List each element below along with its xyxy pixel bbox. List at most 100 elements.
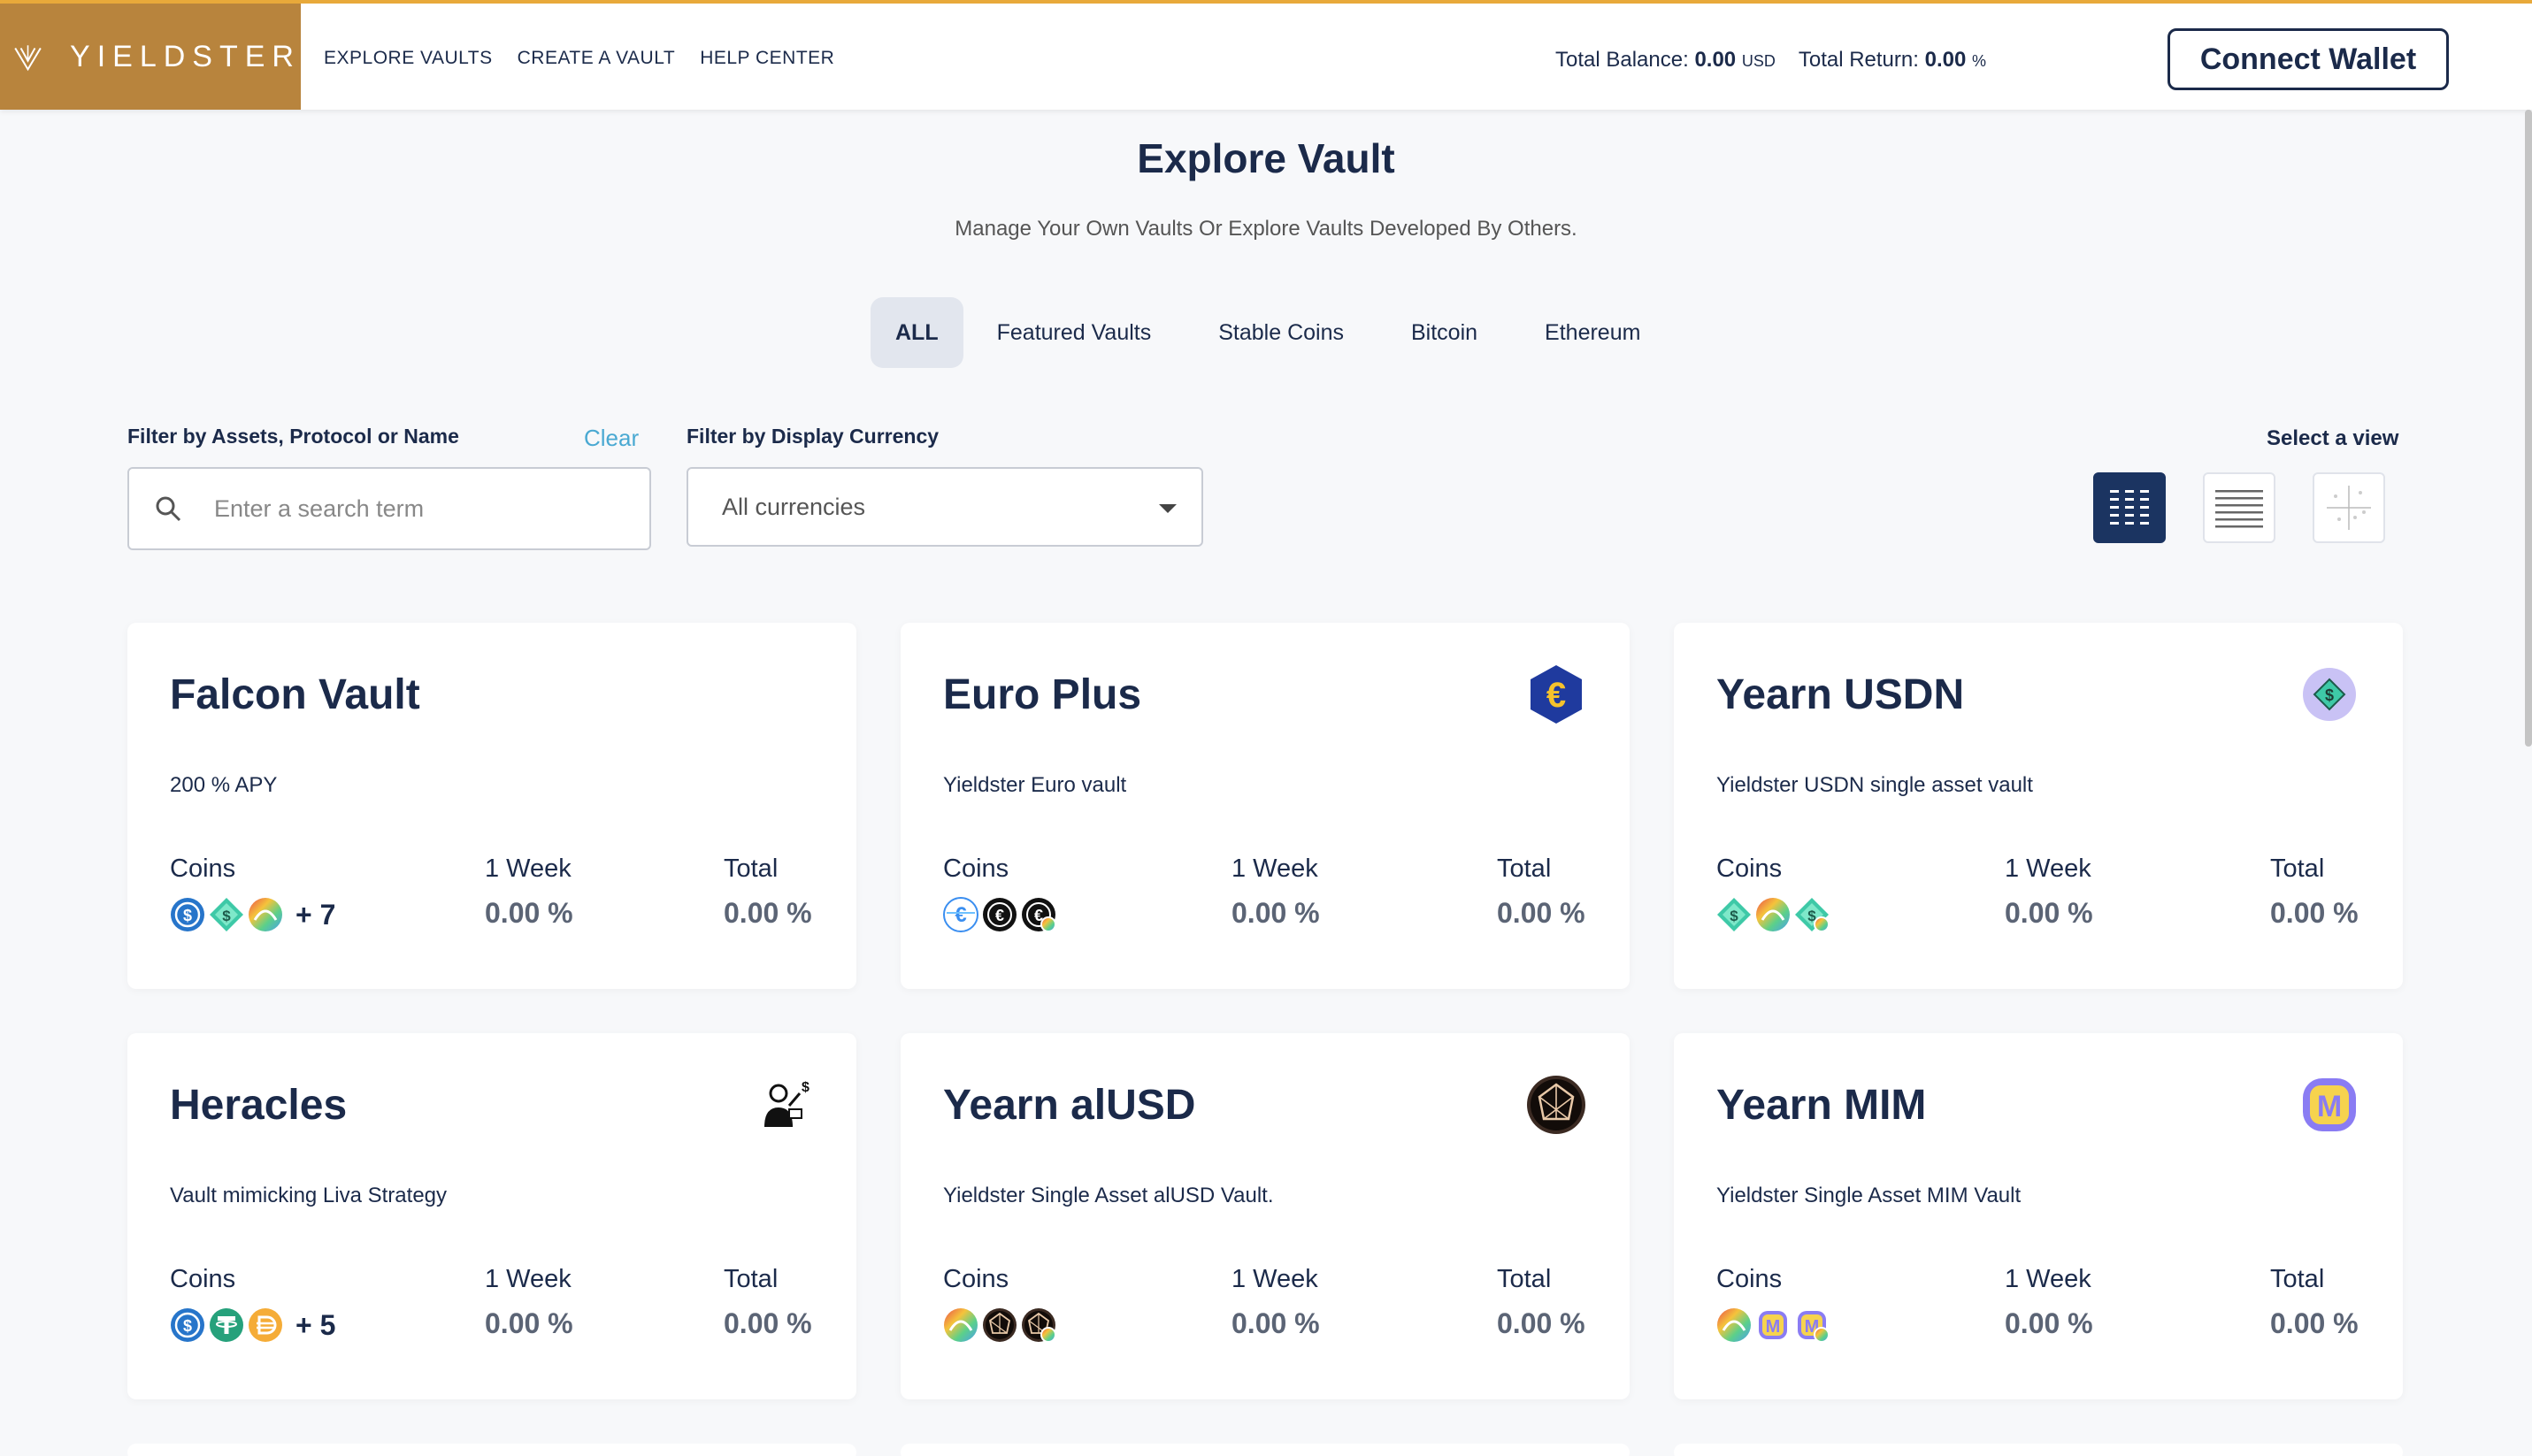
total-label: Total [2270,854,2325,883]
vault-card[interactable]: Yearn alUSD Yieldster Single Asset alUSD… [901,1033,1630,1399]
vault-card[interactable]: Heracles Vault mimicking Liva Strategy C… [127,1033,856,1399]
vault-description: Yieldster USDN single asset vault [1716,773,2033,797]
coin-list [943,1307,1060,1343]
alusd-icon [1525,1074,1587,1136]
currency-select[interactable]: All currencies [687,467,1203,547]
week-return-value: 0.00 % [1231,897,1320,929]
more-coins-count: + 5 [295,1308,336,1341]
search-input[interactable] [214,494,586,523]
week-label: 1 Week [2005,1265,2091,1293]
vault-card[interactable]: Falcon Vault 200 % APY Coins 1 Week Tota… [127,623,856,989]
tether-icon [209,1307,244,1343]
nav-create-vault[interactable]: CREATE A VAULT [518,48,676,69]
euro-hex-icon [1525,663,1587,725]
total-return-value: 0.00 % [1497,1307,1585,1339]
tab-stable-coins[interactable]: Stable Coins [1185,297,1377,368]
nav-explore-vaults[interactable]: EXPLORE VAULTS [324,48,493,69]
week-return-value: 0.00 % [1231,1307,1320,1339]
total-return-value: 0.00 % [2270,897,2359,929]
total-return: Total Return: 0.00 % [1799,48,1986,73]
vault-card[interactable]: Yearn MIM Yieldster Single Asset MIM Vau… [1674,1033,2403,1399]
week-label: 1 Week [2005,854,2091,883]
total-label: Total [1497,1265,1552,1293]
usdn-icon [1716,897,1752,932]
usdc-icon [170,897,205,932]
brand-logo[interactable]: YIELDSTER [0,4,301,110]
total-balance-unit: USD [1741,52,1776,70]
euro-stripe-icon [943,897,978,932]
tab-featured-vaults[interactable]: Featured Vaults [963,297,1185,368]
vault-card-partial[interactable] [127,1444,856,1456]
alusd-badge-icon [1021,1307,1056,1343]
alusd-coin-icon [982,1307,1017,1343]
vault-name: Heracles [170,1082,348,1129]
dai-icon [248,1307,283,1343]
coin-list: + 7 [170,897,335,932]
tab-ethereum[interactable]: Ethereum [1511,297,1674,368]
total-balance-value: 0.00 [1694,48,1737,72]
coins-label: Coins [170,1265,236,1293]
person-money-icon [752,1074,814,1136]
list-view-button[interactable] [2203,472,2275,543]
nav-help-center[interactable]: HELP CENTER [700,48,834,69]
vault-description: Vault mimicking Liva Strategy [170,1184,448,1207]
mim-badge-icon [1794,1307,1830,1343]
usdc-icon [170,1307,205,1343]
total-return-value: 0.00 % [1497,897,1585,929]
total-return-label: Total Return: [1798,48,1919,72]
total-return-value: 0.00 % [2270,1307,2359,1339]
week-return-value: 0.00 % [485,897,573,929]
balance-summary: Total Balance: 0.00 USD Total Return: 0.… [1555,48,1986,73]
connect-wallet-button[interactable]: Connect Wallet [2168,28,2449,90]
rainbow-coin-icon [248,897,283,932]
more-coins-count: + 7 [295,898,336,931]
top-bar: YIELDSTER EXPLORE VAULTS CREATE A VAULT … [0,0,2532,110]
page-scrollbar[interactable] [2525,110,2532,747]
search-box [127,467,651,550]
coins-label: Coins [1716,854,1783,883]
week-label: 1 Week [1231,1265,1318,1293]
coins-label: Coins [943,1265,1009,1293]
week-label: 1 Week [485,854,572,883]
coins-label: Coins [170,854,236,883]
week-return-value: 0.00 % [485,1307,573,1339]
rainbow-coin-icon [1716,1307,1752,1343]
yieldster-leaf-icon [14,45,42,72]
scatter-view-button[interactable] [2313,472,2385,543]
clear-filter-link[interactable]: Clear [584,425,639,452]
grid-view-icon [2110,490,2149,525]
usdn-icon [209,897,244,932]
total-return-unit: % [1971,52,1986,70]
tab-all[interactable]: ALL [871,297,963,368]
grid-view-button[interactable] [2093,472,2166,543]
total-label: Total [1497,854,1552,883]
page-subtitle: Manage Your Own Vaults Or Explore Vaults… [955,217,1577,241]
coins-label: Coins [943,854,1009,883]
coin-list [943,897,1060,932]
brand-name: YIELDSTER [70,39,301,73]
total-label: Total [2270,1265,2325,1293]
rainbow-coin-icon [943,1307,978,1343]
total-balance: Total Balance: 0.00 USD [1555,48,1776,73]
vault-category-tabs: ALL Featured Vaults Stable Coins Bitcoin… [871,297,1674,368]
total-return-value: 0.00 % [724,897,812,929]
tab-bitcoin[interactable]: Bitcoin [1377,297,1511,368]
mim-coin-icon [1755,1307,1791,1343]
coins-label: Coins [1716,1265,1783,1293]
total-balance-label: Total Balance: [1555,48,1689,72]
currency-select-value: All currencies [722,493,866,520]
week-label: 1 Week [485,1265,572,1293]
week-return-value: 0.00 % [2005,897,2093,929]
total-return-value: 0.00 [1924,48,1967,72]
vault-card[interactable]: Yearn USDN Yieldster USDN single asset v… [1674,623,2403,989]
vault-description: Yieldster Euro vault [943,773,1127,797]
vault-card[interactable]: Euro Plus Yieldster Euro vault Coins 1 W… [901,623,1630,989]
total-return-value: 0.00 % [724,1307,812,1339]
usdn-badge-icon [1794,897,1830,932]
vault-card-partial[interactable] [901,1444,1630,1456]
vault-card-partial[interactable] [1674,1444,2403,1456]
vault-name: Yearn USDN [1716,671,1965,718]
vault-description: Yieldster Single Asset MIM Vault [1716,1184,2022,1207]
search-filter-label: Filter by Assets, Protocol or Name [127,425,459,448]
vault-name: Yearn alUSD [943,1082,1196,1129]
